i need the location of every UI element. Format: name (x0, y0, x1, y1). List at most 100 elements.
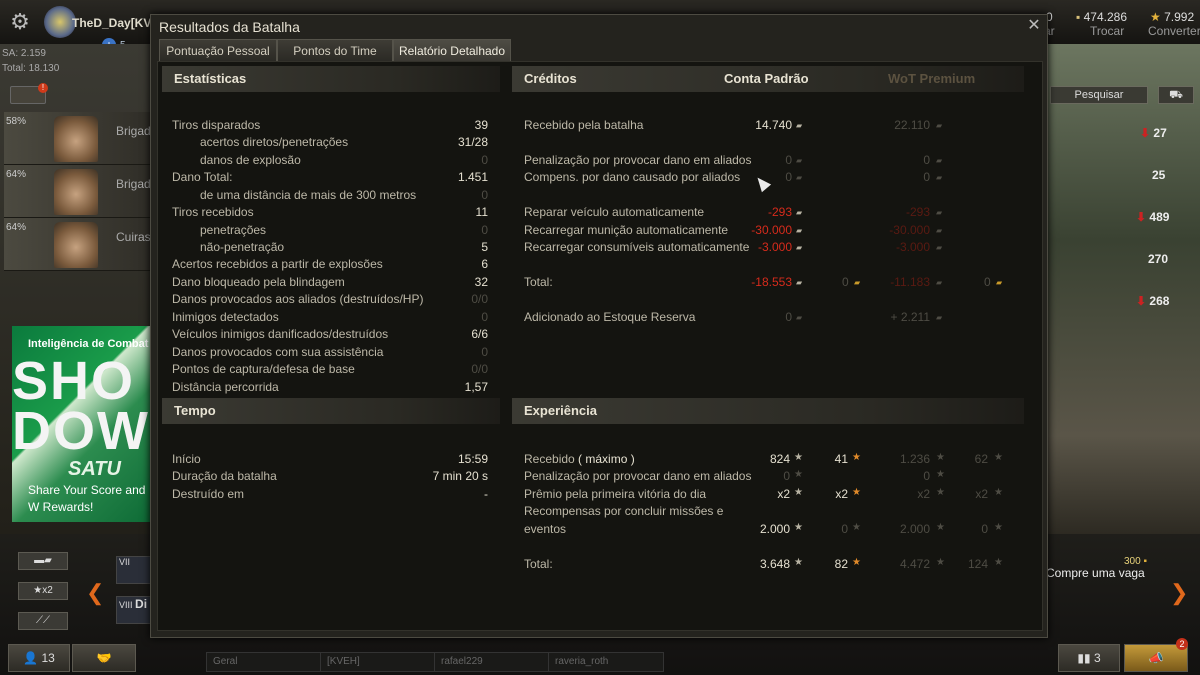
crew-member[interactable]: 64% Cuirass (4, 218, 157, 271)
handshake-icon[interactable]: 🤝 (72, 644, 136, 672)
credits-standard-value: 0 (785, 153, 792, 167)
credits-label: Recarregar munição automaticamente (524, 223, 729, 237)
stats-header: Estatísticas (162, 66, 500, 92)
credits-icon: ▰ (796, 313, 803, 322)
stat-value: 31/28 (457, 135, 488, 149)
buy-slot-label[interactable]: Compre uma vaga (1046, 566, 1145, 580)
premium-experience-value: 1.236 (899, 452, 930, 466)
credits-standard-value: -18.553 (751, 275, 792, 289)
stat-label: Distância percorrida (172, 380, 279, 394)
right-stat: ⬇ 27 (1140, 126, 1167, 140)
experience-label: Recompensas por concluir missões e (524, 504, 723, 518)
banner-subheadline: SATU (68, 458, 121, 480)
credits-icon: ▰ (796, 208, 803, 217)
premium-free-experience-value: x2 (975, 487, 988, 501)
experience-header: Experiência (512, 398, 1024, 424)
settings-gear-icon[interactable]: ⚙ (6, 8, 34, 36)
event-banner[interactable]: Inteligência de Combat SHO DOW SATU Shar… (12, 326, 152, 522)
right-panel (1046, 44, 1200, 534)
bar-chart-icon: ▮▮ (1077, 651, 1091, 665)
stat-value: 11 (475, 205, 488, 219)
close-icon[interactable]: ✕ (1025, 15, 1043, 35)
vehicle-filter-icon[interactable]: ⛟ (1158, 86, 1194, 104)
credits-icon: ▰ (796, 173, 803, 182)
credits-icon: ▰ (936, 243, 943, 252)
stats-button[interactable]: ▮▮ 3 (1058, 644, 1120, 672)
down-arrow-icon: ⬇ (1136, 210, 1147, 224)
right-stat: ⬇ 268 (1136, 294, 1170, 308)
credits-standard-value: 0 (785, 170, 792, 184)
credits-label: Adicionado ao Estoque Reserva (524, 310, 696, 324)
friends-button[interactable]: 👤 13 (8, 644, 70, 672)
time-value: - (484, 487, 488, 501)
credits-label: Reparar veículo automaticamente (524, 205, 705, 219)
banner-title: Inteligência de Combat (28, 338, 149, 350)
premium-free-experience-value: 0 (981, 522, 988, 536)
premium-star-icon: ★ (936, 452, 945, 463)
gold-premium-value: 0 (984, 275, 991, 289)
crew-portrait (54, 169, 98, 215)
experience-label: Recebido ( máximo ) (524, 452, 635, 466)
search-button[interactable]: Pesquisar (1050, 86, 1148, 104)
experience-star-icon: ★ (794, 469, 803, 480)
credits-label: Total: (524, 275, 553, 289)
player-name[interactable]: TheD_Day[KVE (72, 16, 159, 30)
person-icon: 👤 (23, 651, 39, 665)
stat-value: 0 (481, 310, 488, 324)
total-rating: Total: 18.130 (2, 63, 60, 74)
crew-member[interactable]: 64% Brigadi (4, 165, 153, 218)
report-panel: Estatísticas Tiros disparados 39 acertos d… (157, 61, 1043, 631)
credits-standard-value: -293 (767, 205, 792, 219)
experience-standard-value: 0 (783, 469, 790, 483)
stat-value: 39 (474, 118, 488, 132)
premium-free-experience-value: 124 (967, 557, 988, 571)
credits-icon: ▰ (936, 278, 943, 287)
chat-channel[interactable]: raveria_roth (548, 652, 664, 672)
stripe-filter-button[interactable]: ⟋⟋ (18, 612, 68, 630)
stat-label: Pontos de captura/defesa de base (172, 362, 355, 376)
stat-label: Dano bloqueado pela blindagem (172, 275, 345, 289)
credits-premium-value: -30.000 (889, 223, 930, 237)
experience-label: Penalização por provocar dano em aliados (524, 469, 751, 483)
credits-label: Compens. por dano causado por aliados (524, 170, 741, 184)
chat-channel[interactable]: rafael229 (434, 652, 550, 672)
tab-detailed-report[interactable]: Relatório Detalhado (393, 39, 511, 62)
x2-filter-button[interactable]: ★x2 (18, 582, 68, 600)
experience-standard-value: x2 (777, 487, 790, 501)
credits-icon: ▰ (936, 208, 943, 217)
experience-label-text: Prêmio pela primeira vitória do dia (524, 487, 707, 501)
exchange-link[interactable]: Trocar (1090, 24, 1124, 38)
chat-channel[interactable]: Geral (206, 652, 322, 672)
premium-star-icon: ★ (936, 469, 945, 480)
tab-team-points[interactable]: Pontos do Time (277, 39, 393, 62)
tank-filter-button[interactable]: ▬▰ (18, 552, 68, 570)
carousel-right-arrow-icon[interactable]: ❯ (1170, 580, 1188, 606)
credits-balance: ▪ 474.286 (1076, 10, 1127, 24)
credits-premium-value: -3.000 (895, 240, 930, 254)
stat-label: Inimigos detectados (172, 310, 279, 324)
premium-free-star-icon: ★ (994, 557, 1003, 568)
stat-value: 6 (481, 257, 488, 271)
tab-personal-score[interactable]: Pontuação Pessoal (159, 39, 277, 62)
chat-channel[interactable]: [KVEH] (320, 652, 436, 672)
stat-label: penetrações (200, 223, 267, 237)
time-label: Duração da batalha (172, 469, 277, 483)
carousel-left-arrow-icon[interactable]: ❮ (86, 580, 104, 606)
dialog-title: Resultados da Batalha (159, 19, 300, 35)
crew-skill-pct: 64% (6, 169, 27, 180)
free-experience-value: 41 (834, 452, 848, 466)
megaphone-icon: 📣 (1148, 651, 1164, 665)
experience-label: Total: (524, 557, 553, 571)
stat-label: não-penetração (200, 240, 285, 254)
experience-star-icon: ★ (794, 452, 803, 463)
stat-value: 6/6 (471, 327, 488, 341)
crew-member[interactable]: 58% Brigadi (4, 112, 153, 165)
time-label: Início (172, 452, 201, 466)
down-arrow-icon: ⬇ (1140, 126, 1151, 140)
stat-value: 0 (481, 345, 488, 359)
premium-free-experience-value: 62 (974, 452, 988, 466)
convert-link[interactable]: Converter (1148, 24, 1200, 38)
crew-portrait (54, 116, 98, 162)
credits-icon: ▰ (796, 278, 803, 287)
experience-star-icon: ★ (794, 557, 803, 568)
